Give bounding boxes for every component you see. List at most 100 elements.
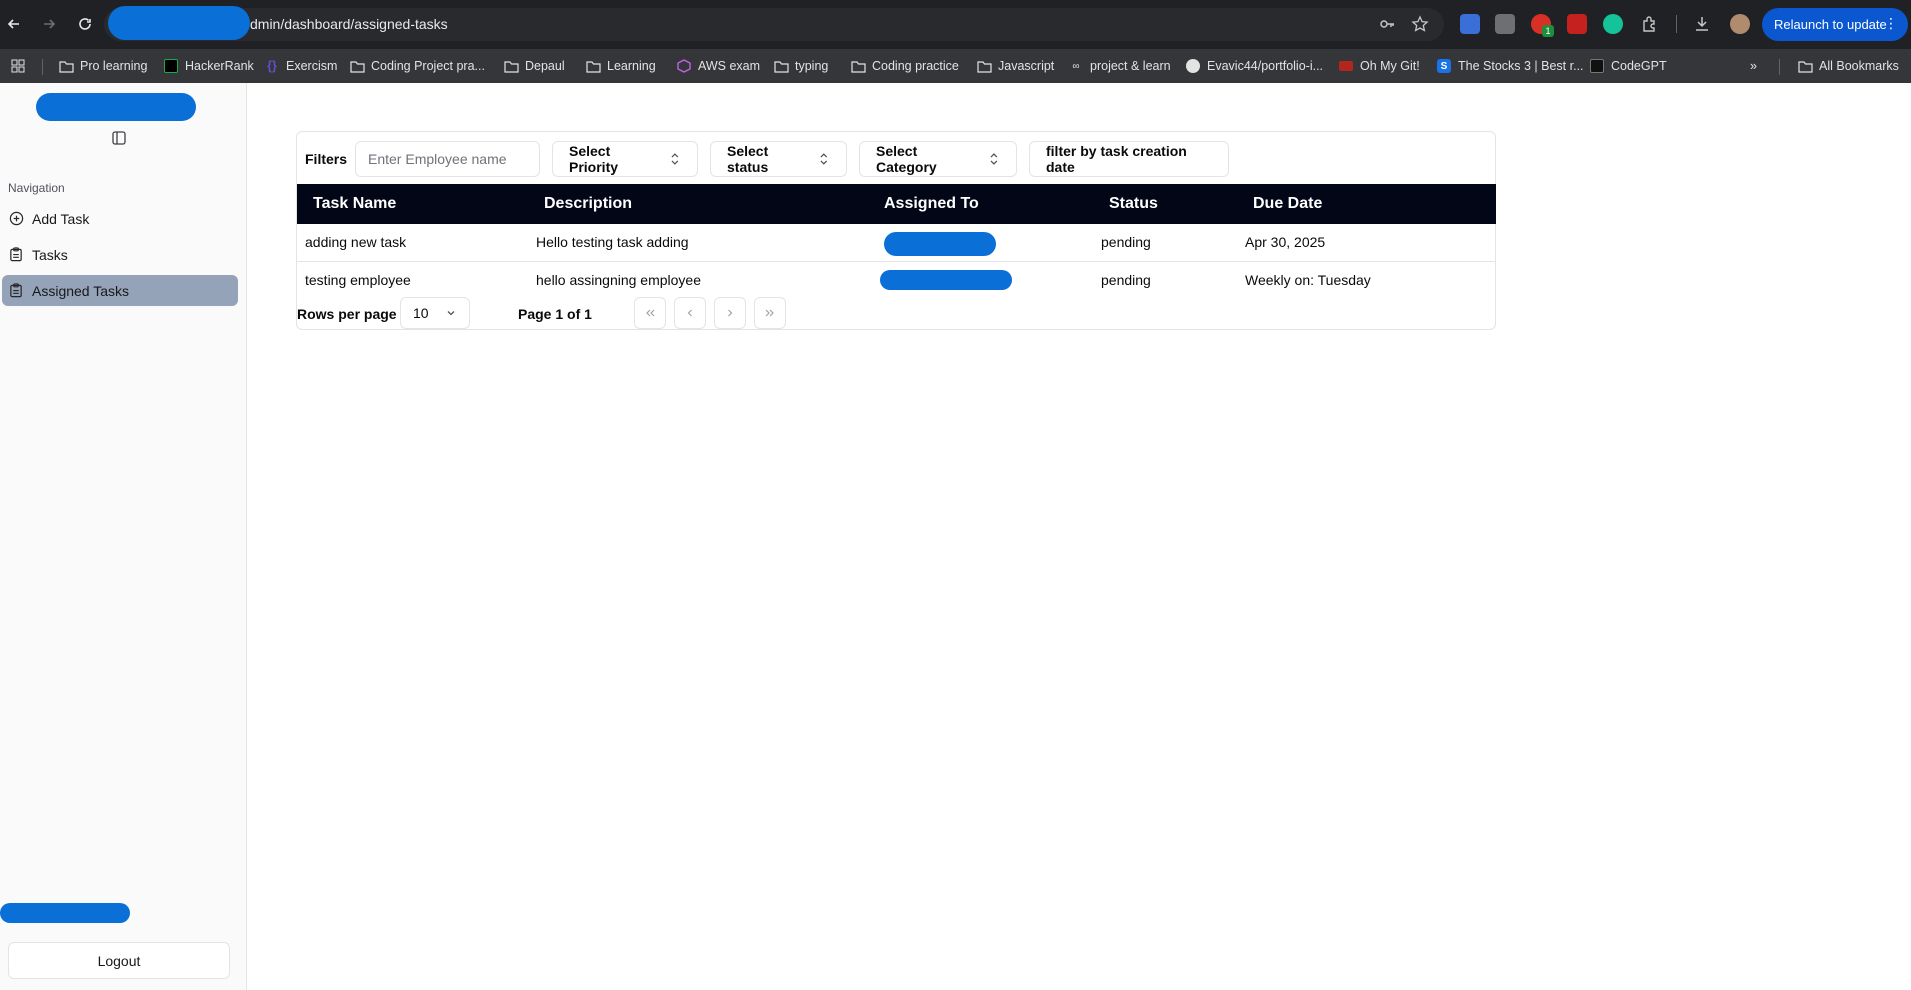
bookmark-hackerrank[interactable]: HackerRank <box>163 57 254 75</box>
sidebar-item-label: Add Task <box>32 210 90 227</box>
sidebar-item-tasks[interactable]: Tasks <box>2 239 238 270</box>
extension-1-icon[interactable] <box>1460 14 1480 34</box>
bookmark-label: typing <box>795 59 829 73</box>
folder-icon <box>773 58 789 74</box>
category-select[interactable]: Select Category <box>859 141 1017 177</box>
creation-date-filter-button[interactable]: filter by task creation date <box>1029 141 1229 177</box>
reload-button[interactable] <box>73 12 97 36</box>
folder-icon <box>503 58 519 74</box>
bookmark-codegpt[interactable]: CodeGPT <box>1589 57 1667 75</box>
back-button[interactable] <box>2 12 26 36</box>
table-row[interactable]: testing employee hello assingning employ… <box>297 261 1496 298</box>
bookmark-javascript[interactable]: Javascript <box>976 57 1054 75</box>
bookmark-project-learn[interactable]: ∞ project & learn <box>1068 57 1170 75</box>
sidebar-item-assigned-tasks[interactable]: Assigned Tasks <box>2 275 238 306</box>
download-icon[interactable] <box>1693 15 1711 33</box>
extension-5-icon[interactable] <box>1603 14 1623 34</box>
status-cell: pending <box>1101 271 1151 288</box>
bookmark-oh-my-git[interactable]: Oh My Git! <box>1338 57 1420 75</box>
bookmark-label: Depaul <box>525 59 565 73</box>
rows-per-page-value: 10 <box>413 305 429 321</box>
bookmark-coding-project[interactable]: Coding Project pra... <box>349 57 485 75</box>
reload-icon <box>79 18 91 30</box>
arrow-right-icon <box>44 19 56 29</box>
column-header-task-name[interactable]: Task Name <box>297 184 528 224</box>
bookmark-typing[interactable]: typing <box>773 57 828 75</box>
bookmark-label: Learning <box>607 59 656 73</box>
apps-grid-icon[interactable] <box>10 57 26 75</box>
all-bookmarks-button[interactable]: All Bookmarks <box>1797 57 1899 75</box>
browser-toolbar: dmin/dashboard/assigned-tasks 1 Relaunch… <box>0 0 1911 49</box>
priority-select[interactable]: Select Priority <box>552 141 698 177</box>
url-text[interactable]: dmin/dashboard/assigned-tasks <box>250 16 448 33</box>
table-header-row: Task Name Description Assigned To Status… <box>297 184 1496 224</box>
category-select-label: Select Category <box>876 143 937 175</box>
relaunch-label: Relaunch to update <box>1774 17 1887 32</box>
table-row[interactable]: adding new task Hello testing task addin… <box>297 224 1496 262</box>
previous-page-button[interactable] <box>674 297 706 329</box>
chevrons-up-down-icon <box>990 153 998 165</box>
bookmark-exercism[interactable]: {} Exercism <box>264 57 337 75</box>
bookmark-the-stocks[interactable]: S The Stocks 3 | Best r... <box>1436 57 1584 75</box>
column-header-status[interactable]: Status <box>1093 184 1237 224</box>
codegpt-icon <box>1589 58 1605 74</box>
column-header-assigned-to[interactable]: Assigned To <box>868 184 1093 224</box>
bookmarks-bar: Pro learning HackerRank {} Exercism Codin… <box>0 49 1911 83</box>
toolbar-divider <box>1676 15 1677 33</box>
page-info: Page 1 of 1 <box>518 306 592 322</box>
forward-button[interactable] <box>37 12 61 36</box>
due-date-cell: Weekly on: Tuesday <box>1245 271 1371 288</box>
bookmark-label: CodeGPT <box>1611 59 1667 73</box>
filters-label: Filters <box>305 151 348 167</box>
bookmark-star-icon[interactable] <box>1411 15 1429 33</box>
next-page-button[interactable] <box>714 297 746 329</box>
sidebar-item-label: Assigned Tasks <box>32 282 130 299</box>
folder-icon <box>1797 58 1813 74</box>
extension-2-icon[interactable] <box>1495 14 1515 34</box>
description-cell: Hello testing task adding <box>528 224 868 262</box>
bookmark-label: Coding Project pra... <box>371 59 485 73</box>
creation-date-filter-label: filter by task creation date <box>1046 143 1187 175</box>
folder-icon <box>976 58 992 74</box>
bookmark-pro-learning[interactable]: Pro learning <box>58 57 147 75</box>
nav-heading: Navigation <box>8 181 65 195</box>
bookmark-depaul[interactable]: Depaul <box>503 57 565 75</box>
redacted-app-name <box>36 93 196 121</box>
extensions-puzzle-icon[interactable] <box>1641 15 1659 33</box>
column-header-description[interactable]: Description <box>528 184 868 224</box>
ohmygit-icon <box>1338 58 1354 74</box>
profile-avatar[interactable] <box>1730 14 1750 34</box>
password-key-icon[interactable] <box>1378 15 1396 33</box>
bookmark-coding-practice[interactable]: Coding practice <box>850 57 959 75</box>
extension-4-icon[interactable] <box>1567 14 1587 34</box>
bookmarks-overflow-button[interactable]: » <box>1750 57 1757 75</box>
github-icon <box>1185 58 1201 74</box>
assigned-tasks-card: Filters Select Priority Select status Se… <box>296 131 1496 330</box>
sidebar-toggle-button[interactable] <box>111 130 127 146</box>
clipboard-list-icon <box>8 283 24 299</box>
sidebar-item-add-task[interactable]: Add Task <box>2 203 238 234</box>
status-select[interactable]: Select status <box>710 141 847 177</box>
chevron-down-icon <box>447 311 455 316</box>
relaunch-button[interactable]: Relaunch to update ⋮ <box>1762 8 1908 41</box>
panel-left-icon <box>112 131 126 145</box>
assigned-to-cell <box>868 261 1093 298</box>
bookmark-label: AWS exam <box>698 59 761 73</box>
clipboard-icon <box>8 247 24 263</box>
logout-button[interactable]: Logout <box>8 942 230 979</box>
bookmark-aws-exam[interactable]: AWS exam <box>676 57 760 75</box>
bookmark-learning[interactable]: Learning <box>585 57 656 75</box>
rows-per-page-select[interactable]: 10 <box>400 297 470 329</box>
assigned-to-cell <box>868 224 1093 262</box>
bookmark-label: Coding practice <box>872 59 959 73</box>
bookmark-label: Evavic44/portfolio-i... <box>1207 59 1324 73</box>
chevron-left-icon <box>687 309 692 317</box>
employee-name-input[interactable] <box>355 141 540 177</box>
last-page-button[interactable] <box>754 297 786 329</box>
first-page-button[interactable] <box>634 297 666 329</box>
more-vert-icon: ⋮ <box>1884 15 1898 31</box>
bookmark-label: Pro learning <box>80 59 148 73</box>
bookmark-portfolio[interactable]: Evavic44/portfolio-i... <box>1185 57 1323 75</box>
chevron-right-icon <box>728 309 733 317</box>
column-header-due-date[interactable]: Due Date <box>1237 184 1496 224</box>
